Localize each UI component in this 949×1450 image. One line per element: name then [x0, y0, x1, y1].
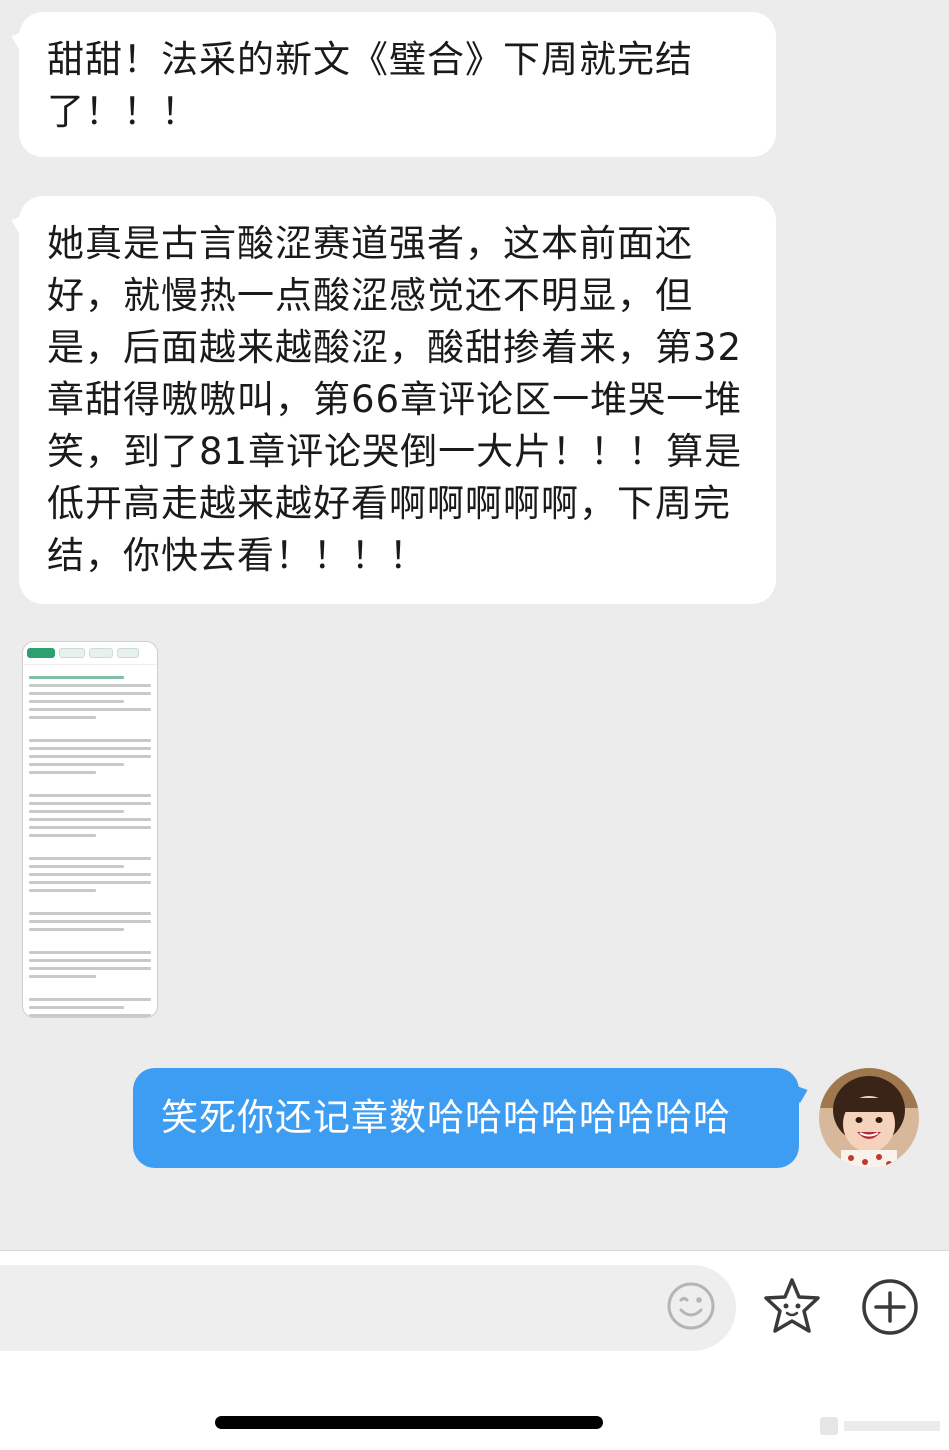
more-options-button[interactable] [860, 1277, 920, 1337]
smiley-face-icon [667, 1282, 715, 1330]
message-input[interactable] [0, 1265, 736, 1351]
home-indicator[interactable] [215, 1416, 603, 1429]
incoming-message-bubble[interactable]: 甜甜！法采的新文《璧合》下周就完结了！！！ [19, 12, 776, 157]
thumbnail-text-lines [23, 665, 157, 1017]
star-sticker-icon [764, 1278, 820, 1333]
chat-message-list[interactable]: 甜甜！法采的新文《璧合》下周就完结了！！！ 她真是古言酸涩赛道强者，这本前面还好… [0, 0, 949, 1250]
thumbnail-toolbar [23, 642, 157, 665]
outgoing-message-bubble[interactable]: 笑死你还记章数哈哈哈哈哈哈哈哈 [133, 1068, 799, 1168]
plus-circle-icon [862, 1279, 918, 1335]
message-text: 甜甜！法采的新文《璧合》下周就完结了！！！ [47, 38, 693, 133]
incoming-message-bubble[interactable]: 她真是古言酸涩赛道强者，这本前面还好，就慢热一点酸涩感觉还不明显，但是，后面越来… [19, 196, 776, 604]
message-text: 她真是古言酸涩赛道强者，这本前面还好，就慢热一点酸涩感觉还不明显，但是，后面越来… [47, 222, 743, 577]
message-text: 笑死你还记章数哈哈哈哈哈哈哈哈 [161, 1096, 731, 1139]
watermark-logo [818, 1414, 946, 1438]
sticker-button[interactable] [760, 1276, 824, 1338]
image-message-thumbnail[interactable] [22, 641, 158, 1018]
avatar-image [819, 1068, 919, 1168]
emoji-button[interactable] [666, 1281, 716, 1331]
user-avatar[interactable] [819, 1068, 919, 1168]
